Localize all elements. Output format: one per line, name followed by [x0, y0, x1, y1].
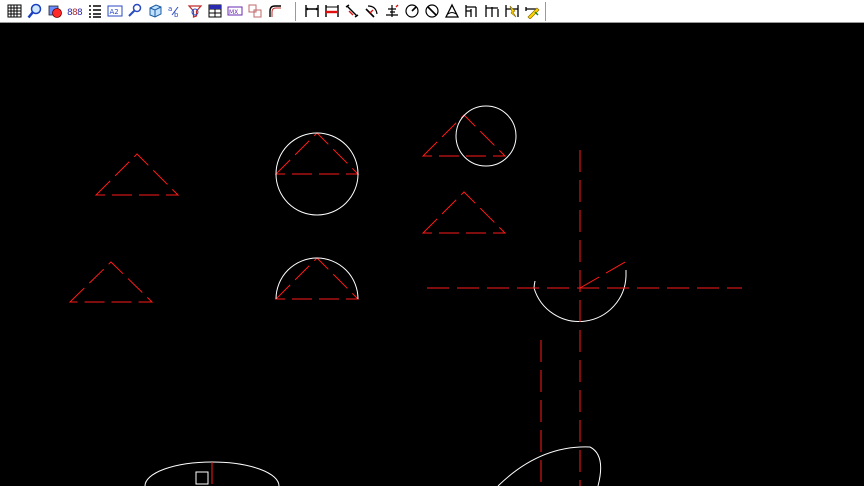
dim-linear-icon[interactable]: [304, 3, 320, 19]
dim-angular-icon[interactable]: [444, 3, 460, 19]
svg-text:MX: MX: [229, 9, 238, 16]
dashed-triangle: [68, 261, 154, 303]
dim-diameter-icon[interactable]: [424, 3, 440, 19]
circle: [275, 132, 359, 216]
dim-quick-icon[interactable]: [504, 3, 520, 19]
layer-color-icon[interactable]: [47, 3, 63, 19]
filter-icon[interactable]: [187, 3, 203, 19]
dim-continue-icon[interactable]: [484, 3, 500, 19]
counter-icon[interactable]: 888: [67, 3, 83, 19]
zoom-icon[interactable]: [27, 3, 43, 19]
block-icon[interactable]: MX: [227, 3, 243, 19]
list-icon[interactable]: [87, 3, 103, 19]
group-icon[interactable]: [247, 3, 263, 19]
dim-baseline-icon[interactable]: [464, 3, 480, 19]
arc-bottom: [497, 446, 602, 486]
svg-text:b: b: [174, 11, 179, 19]
circle: [455, 105, 517, 167]
svg-text:A2: A2: [110, 8, 119, 16]
svg-text:8: 8: [77, 8, 83, 18]
dashed-triangle: [421, 114, 507, 157]
drawing-svg: [68, 105, 742, 486]
cursor-pickbox: [195, 471, 209, 485]
find-icon[interactable]: [127, 3, 143, 19]
semicircle-arc: [275, 257, 359, 300]
dim-aligned-red-icon[interactable]: [324, 3, 340, 19]
toolbar-separator: [295, 2, 297, 21]
dashed-triangle: [94, 153, 180, 196]
dim-angled-icon[interactable]: [344, 3, 360, 19]
dashed-triangle: [274, 257, 360, 300]
svg-text:a: a: [168, 5, 172, 13]
3d-box-icon[interactable]: [147, 3, 163, 19]
dim-edit-icon[interactable]: [524, 3, 540, 19]
dim-arc-length-icon[interactable]: [364, 3, 380, 19]
table-icon[interactable]: [207, 3, 223, 19]
attribute-icon[interactable]: ab: [167, 3, 183, 19]
drawing-canvas[interactable]: [0, 24, 864, 486]
arc-lower-close: [533, 280, 536, 289]
centerline-diagonal: [579, 257, 633, 289]
text-style-icon[interactable]: A2: [107, 3, 123, 19]
dashed-triangle: [421, 191, 507, 234]
dashed-triangle: [274, 132, 360, 175]
grid-icon[interactable]: [7, 3, 23, 19]
dimension-toolbar: 888 A2 ab MX: [0, 0, 864, 23]
fillet-icon[interactable]: [267, 3, 283, 19]
dim-radius-icon[interactable]: [404, 3, 420, 19]
dim-ordinate-icon[interactable]: [384, 3, 400, 19]
toolbar-end-separator: [545, 2, 547, 21]
